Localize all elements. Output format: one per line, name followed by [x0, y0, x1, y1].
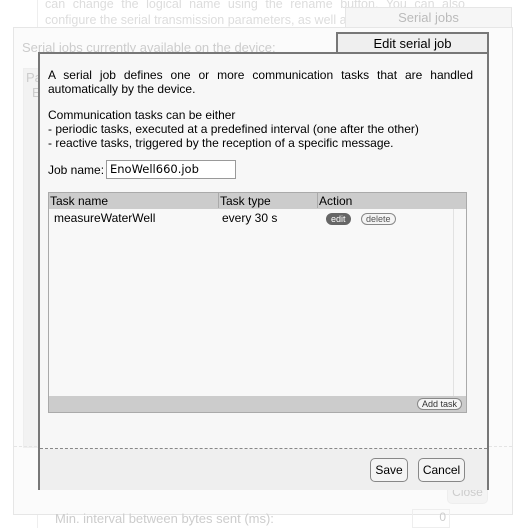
table-header: Task name Task type Action [49, 193, 466, 209]
save-button[interactable]: Save [370, 458, 408, 482]
edit-dialog-title: Edit serial job [336, 32, 489, 53]
edit-serial-job-dialog: A serial job defines one or more communi… [38, 52, 489, 490]
background-footer-input[interactable]: 0 [412, 509, 450, 528]
job-name-label: Job name: [48, 163, 105, 177]
description-line: - reactive tasks, triggered by the recep… [48, 136, 394, 150]
table-row[interactable]: measureWaterWell every 30 s edit delete [49, 209, 454, 397]
cancel-button[interactable]: Cancel [418, 458, 465, 482]
dialog-intro: A serial job defines one or more communi… [48, 68, 473, 96]
serial-jobs-title: Serial jobs [345, 7, 512, 28]
delete-task-button[interactable]: delete [361, 213, 396, 225]
dialog-footer: Save Cancel [40, 449, 487, 490]
table-footer: Add task [49, 396, 466, 412]
tasks-table: Task name Task type Action measureWaterW… [48, 192, 467, 413]
description-line: Communication tasks can be either [48, 108, 236, 122]
column-task-name[interactable]: Task name [50, 194, 108, 208]
task-name: measureWaterWell [54, 211, 156, 225]
column-task-type[interactable]: Task type [218, 193, 271, 208]
task-type: every 30 s [222, 211, 278, 225]
description-line: - periodic tasks, executed at a predefin… [48, 122, 419, 136]
task-types-description: Communication tasks can be either - peri… [48, 108, 473, 150]
edit-task-button[interactable]: edit [326, 213, 351, 225]
background-footer-label: Min. interval between bytes sent (ms): [55, 511, 274, 526]
add-task-button[interactable]: Add task [416, 398, 462, 410]
column-action[interactable]: Action [317, 193, 352, 208]
job-name-input[interactable]: EnoWell660.job [106, 160, 236, 179]
